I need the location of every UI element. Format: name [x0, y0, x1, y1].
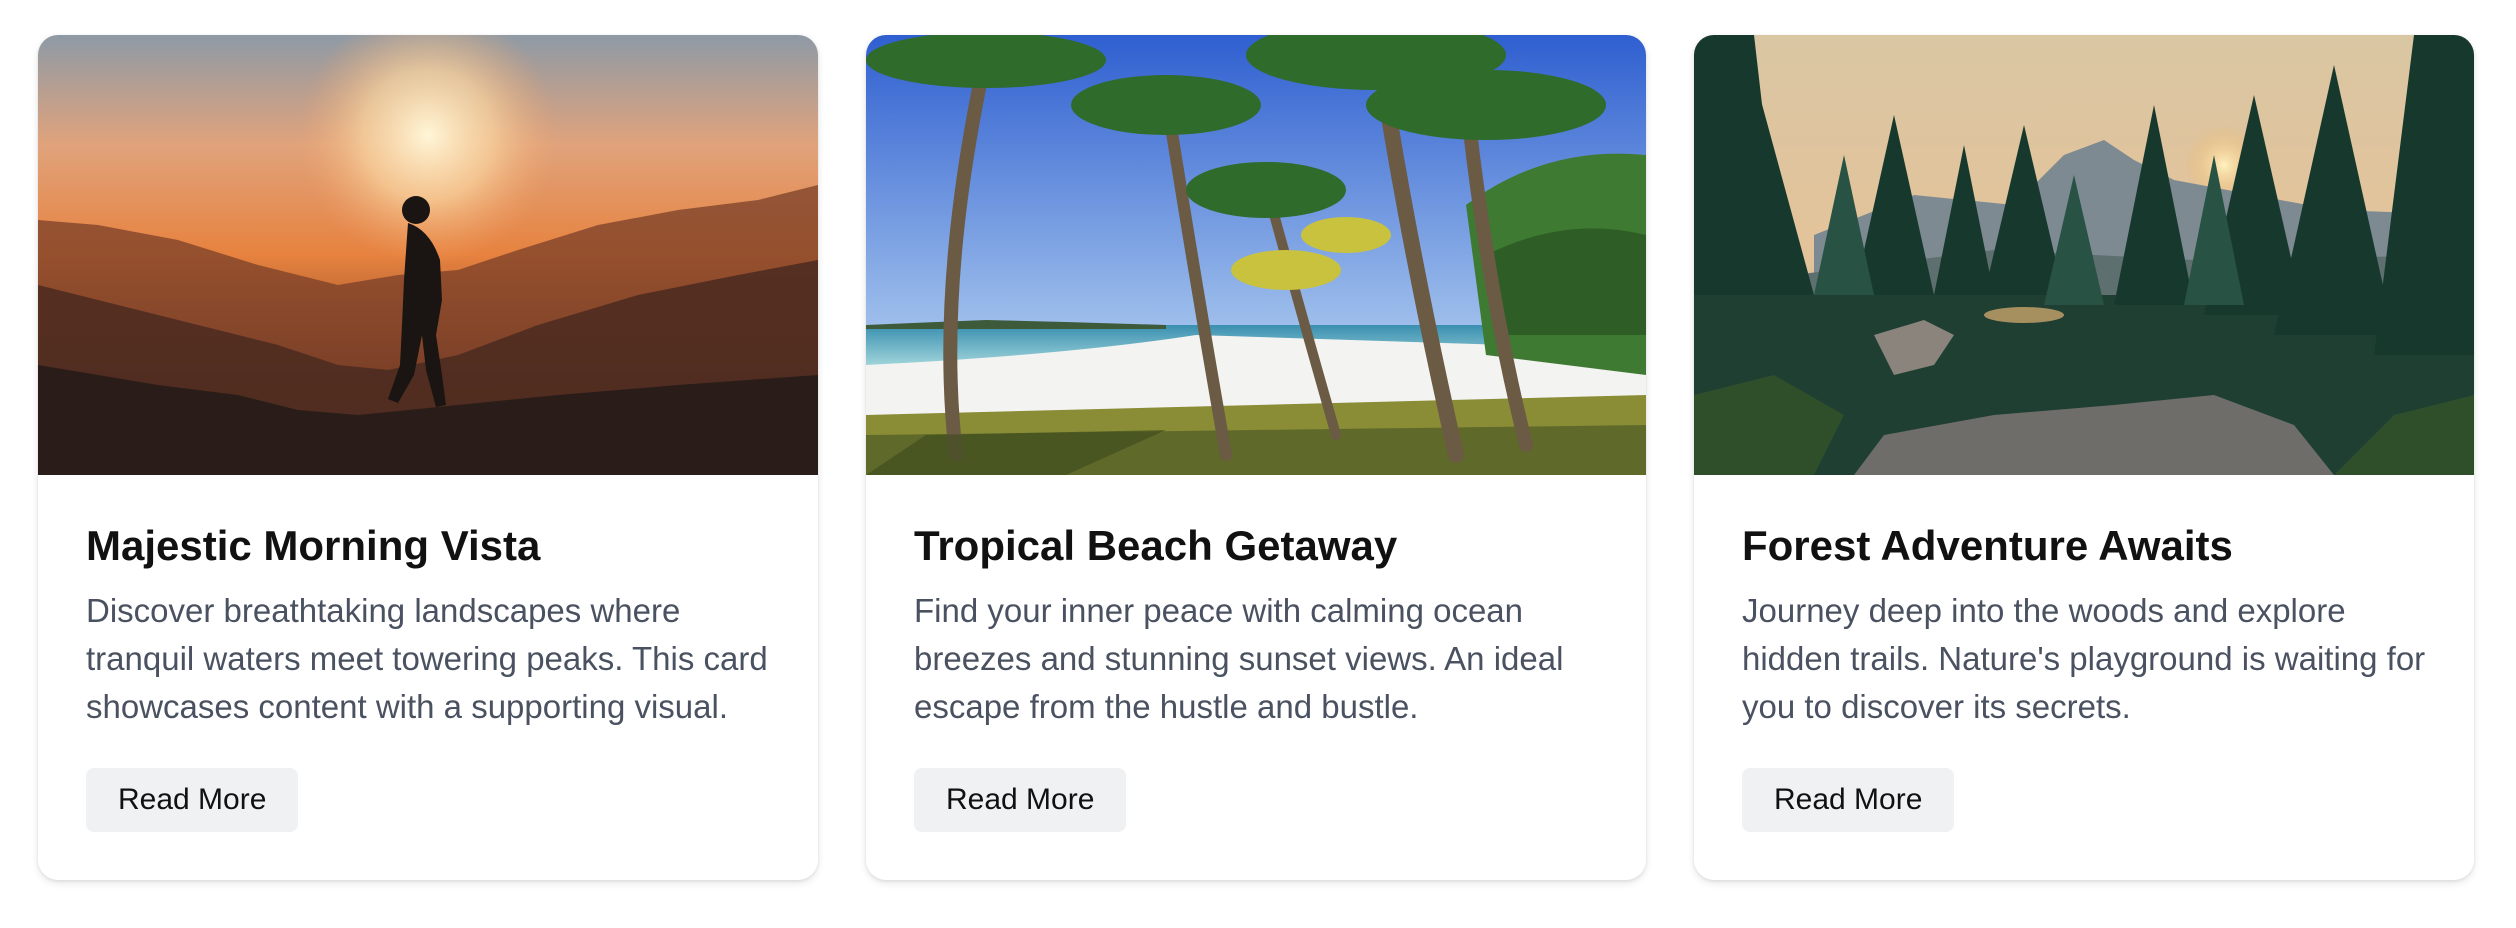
card-description: Discover breathtaking landscapes where t… [86, 592, 768, 726]
card-description: Find your inner peace with calming ocean… [914, 592, 1564, 726]
card-image-forest-sunset [1694, 35, 2474, 475]
card-image-sunrise-hiker [38, 35, 818, 475]
card-grid: Majestic Morning Vista Discover breathta… [38, 35, 2474, 880]
card-description: Journey deep into the woods and explore … [1742, 592, 2426, 726]
card-body: Tropical Beach Getaway Find your inner p… [866, 475, 1646, 731]
card-forest-adventure-awaits: Forest Adventure Awaits Journey deep int… [1694, 35, 2474, 880]
read-more-button[interactable]: Read More [914, 768, 1127, 832]
card-image-palm-beach [866, 35, 1646, 475]
card-tropical-beach-getaway: Tropical Beach Getaway Find your inner p… [866, 35, 1646, 880]
card-body: Majestic Morning Vista Discover breathta… [38, 475, 818, 731]
card-title: Forest Adventure Awaits [1742, 522, 2233, 569]
card-title: Tropical Beach Getaway [914, 522, 1398, 569]
read-more-button[interactable]: Read More [1742, 768, 1955, 832]
card-title: Majestic Morning Vista [86, 522, 541, 569]
read-more-button[interactable]: Read More [86, 768, 299, 832]
card-body: Forest Adventure Awaits Journey deep int… [1694, 475, 2474, 731]
card-majestic-morning-vista: Majestic Morning Vista Discover breathta… [38, 35, 818, 880]
